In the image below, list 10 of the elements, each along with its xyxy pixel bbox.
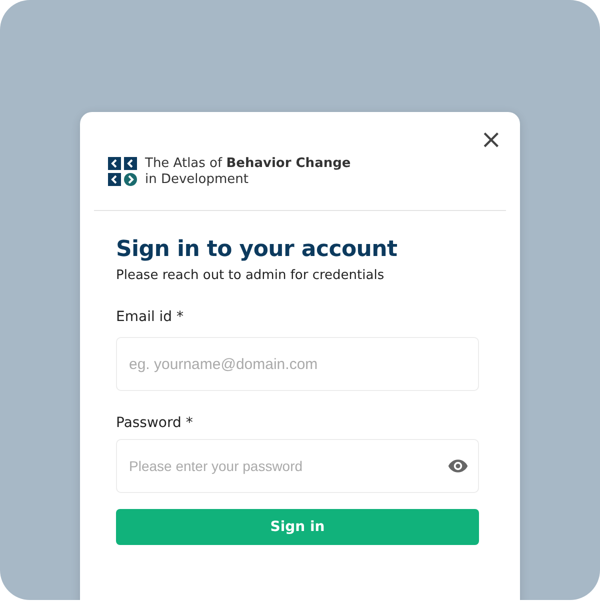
form-subtitle: Please reach out to admin for credentials: [116, 268, 386, 283]
close-button[interactable]: ×: [480, 128, 502, 152]
logo-icon: [108, 157, 138, 187]
field-label: Password *: [116, 415, 194, 431]
logo-title: The Atlas of Behavior Change: [145, 156, 351, 172]
email-field[interactable]: eg. yourname@domain.com: [116, 337, 479, 391]
form-title: Sign in to your account: [116, 237, 398, 262]
password-field[interactable]: Please enter your password: [116, 439, 479, 493]
field-label: Email id *: [116, 309, 185, 325]
logo-subtitle: in Development: [145, 172, 250, 188]
